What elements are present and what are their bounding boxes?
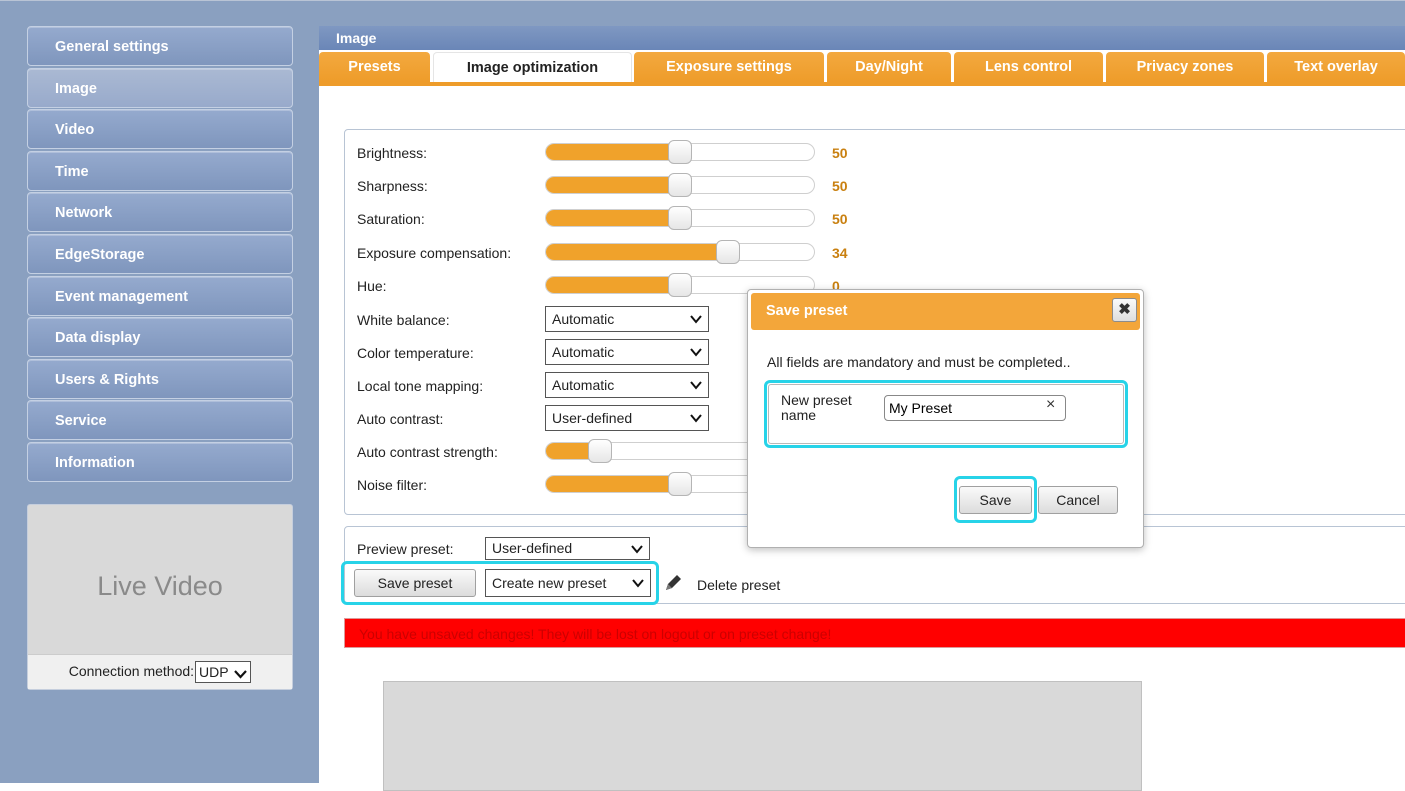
- white-balance-value: Automatic: [552, 311, 615, 327]
- color-temperature-label: Color temperature:: [357, 345, 474, 361]
- slider-fill: [546, 210, 680, 226]
- preset-name-label: New preset name: [781, 393, 861, 423]
- preview-preset-label: Preview preset:: [357, 541, 454, 557]
- tab-image-optimization[interactable]: Image optimization: [433, 52, 632, 82]
- noise-filter-label: Noise filter:: [357, 477, 428, 493]
- auto-contrast-select[interactable]: User-defined: [545, 405, 709, 431]
- white-balance-label: White balance:: [357, 312, 450, 328]
- local-tone-mapping-value: Automatic: [552, 377, 615, 393]
- slider-handle[interactable]: [716, 240, 741, 264]
- connection-method-value: UDP: [199, 664, 229, 681]
- chevron-down-icon: [690, 414, 702, 423]
- save-button[interactable]: Save: [959, 486, 1032, 514]
- cancel-button[interactable]: Cancel: [1038, 486, 1118, 514]
- slider-fill: [546, 277, 680, 293]
- sidebar-item-edgestorage[interactable]: EdgeStorage: [27, 233, 293, 274]
- slider-fill: [546, 177, 680, 193]
- chevron-down-icon: [631, 545, 643, 554]
- preset-select[interactable]: Create new preset: [485, 569, 651, 597]
- unsaved-changes-warning: You have unsaved changes! They will be l…: [344, 618, 1405, 648]
- sidebar-item-event-management[interactable]: Event management: [27, 275, 293, 316]
- slider-handle[interactable]: [587, 439, 612, 463]
- slider-handle[interactable]: [668, 206, 692, 230]
- preset-name-label-text: New preset name: [781, 392, 852, 423]
- preview-preset-value: User-defined: [492, 540, 573, 556]
- preset-name-input[interactable]: [884, 395, 1066, 421]
- delete-preset-link[interactable]: Delete preset: [697, 577, 780, 593]
- sidebar-item-video[interactable]: Video: [27, 109, 293, 150]
- tab-privacy-zones[interactable]: Privacy zones: [1106, 52, 1264, 82]
- save-preset-dialog: Save preset ✖ All fields are mandatory a…: [747, 289, 1144, 548]
- saturation-label: Saturation:: [357, 211, 425, 227]
- app-frame: General settings Image Video Time Networ…: [0, 0, 1405, 791]
- sidebar-item-network[interactable]: Network: [27, 192, 293, 233]
- sidebar-item-data-display[interactable]: Data display: [27, 317, 293, 358]
- chevron-down-icon: [632, 579, 644, 588]
- sharpness-label: Sharpness:: [357, 178, 428, 194]
- saturation-slider[interactable]: [545, 206, 815, 230]
- chevron-down-icon: [234, 669, 248, 679]
- slider-fill: [546, 144, 680, 160]
- dialog-title: Save preset: [751, 293, 1140, 330]
- exposure-compensation-label: Exposure compensation:: [357, 245, 512, 261]
- preview-preset-select[interactable]: User-defined: [485, 537, 650, 560]
- color-temperature-select[interactable]: Automatic: [545, 339, 709, 365]
- tab-underline: [319, 82, 1405, 86]
- chevron-down-icon: [690, 381, 702, 390]
- slider-handle[interactable]: [668, 273, 692, 297]
- connection-label: Connection method:: [68, 663, 195, 679]
- sharpness-value: 50: [832, 178, 848, 194]
- save-preset-button[interactable]: Save preset: [354, 569, 476, 597]
- close-button[interactable]: ✖: [1112, 298, 1137, 322]
- brightness-slider[interactable]: [545, 140, 815, 164]
- sidebar-item-image[interactable]: Image: [27, 67, 293, 108]
- slider-handle[interactable]: [668, 140, 692, 164]
- live-video-label: Live Video: [97, 571, 223, 601]
- slider-handle[interactable]: [668, 472, 692, 496]
- local-tone-mapping-select[interactable]: Automatic: [545, 372, 709, 398]
- slider-fill: [546, 244, 729, 260]
- preset-select-value: Create new preset: [492, 575, 607, 591]
- sharpness-slider[interactable]: [545, 173, 815, 197]
- slider-fill: [546, 476, 680, 492]
- brightness-label: Brightness:: [357, 145, 428, 161]
- chevron-down-icon: [690, 348, 702, 357]
- tab-text-overlay[interactable]: Text overlay: [1267, 52, 1405, 82]
- preset-name-fieldset: New preset name ×: [768, 384, 1124, 444]
- tab-exposure-settings[interactable]: Exposure settings: [634, 52, 824, 82]
- sidebar: General settings Image Video Time Networ…: [27, 26, 293, 690]
- connection-bar: Connection method: UDP: [28, 654, 292, 689]
- tab-bar: Presets Image optimization Exposure sett…: [319, 52, 1405, 82]
- sidebar-item-general-settings[interactable]: General settings: [27, 26, 293, 66]
- hue-label: Hue:: [357, 278, 387, 294]
- color-temperature-value: Automatic: [552, 344, 615, 360]
- tab-presets[interactable]: Presets: [319, 52, 430, 82]
- white-balance-select[interactable]: Automatic: [545, 306, 709, 332]
- brightness-value: 50: [832, 145, 848, 161]
- exposure-compensation-value: 34: [832, 245, 848, 261]
- saturation-value: 50: [832, 211, 848, 227]
- auto-contrast-value: User-defined: [552, 410, 633, 426]
- pencil-icon[interactable]: [663, 573, 683, 593]
- clear-input-icon[interactable]: ×: [1046, 396, 1055, 414]
- sidebar-item-users-rights[interactable]: Users & Rights: [27, 358, 293, 399]
- connection-method-select[interactable]: UDP: [195, 661, 252, 684]
- sidebar-item-information[interactable]: Information: [27, 441, 293, 482]
- auto-contrast-label: Auto contrast:: [357, 411, 444, 427]
- sidebar-item-time[interactable]: Time: [27, 150, 293, 191]
- dialog-message: All fields are mandatory and must be com…: [767, 354, 1071, 370]
- auto-contrast-strength-label: Auto contrast strength:: [357, 444, 498, 460]
- local-tone-mapping-label: Local tone mapping:: [357, 378, 484, 394]
- sidebar-item-service[interactable]: Service: [27, 400, 293, 441]
- tab-day-night[interactable]: Day/Night: [827, 52, 951, 82]
- live-video-panel[interactable]: Live Video Connection method: UDP: [27, 504, 293, 690]
- panel-title: Image: [319, 26, 1405, 50]
- tab-lens-control[interactable]: Lens control: [954, 52, 1103, 82]
- exposure-compensation-slider[interactable]: [545, 240, 815, 264]
- slider-handle[interactable]: [668, 173, 692, 197]
- image-preview: [383, 681, 1142, 791]
- chevron-down-icon: [690, 315, 702, 324]
